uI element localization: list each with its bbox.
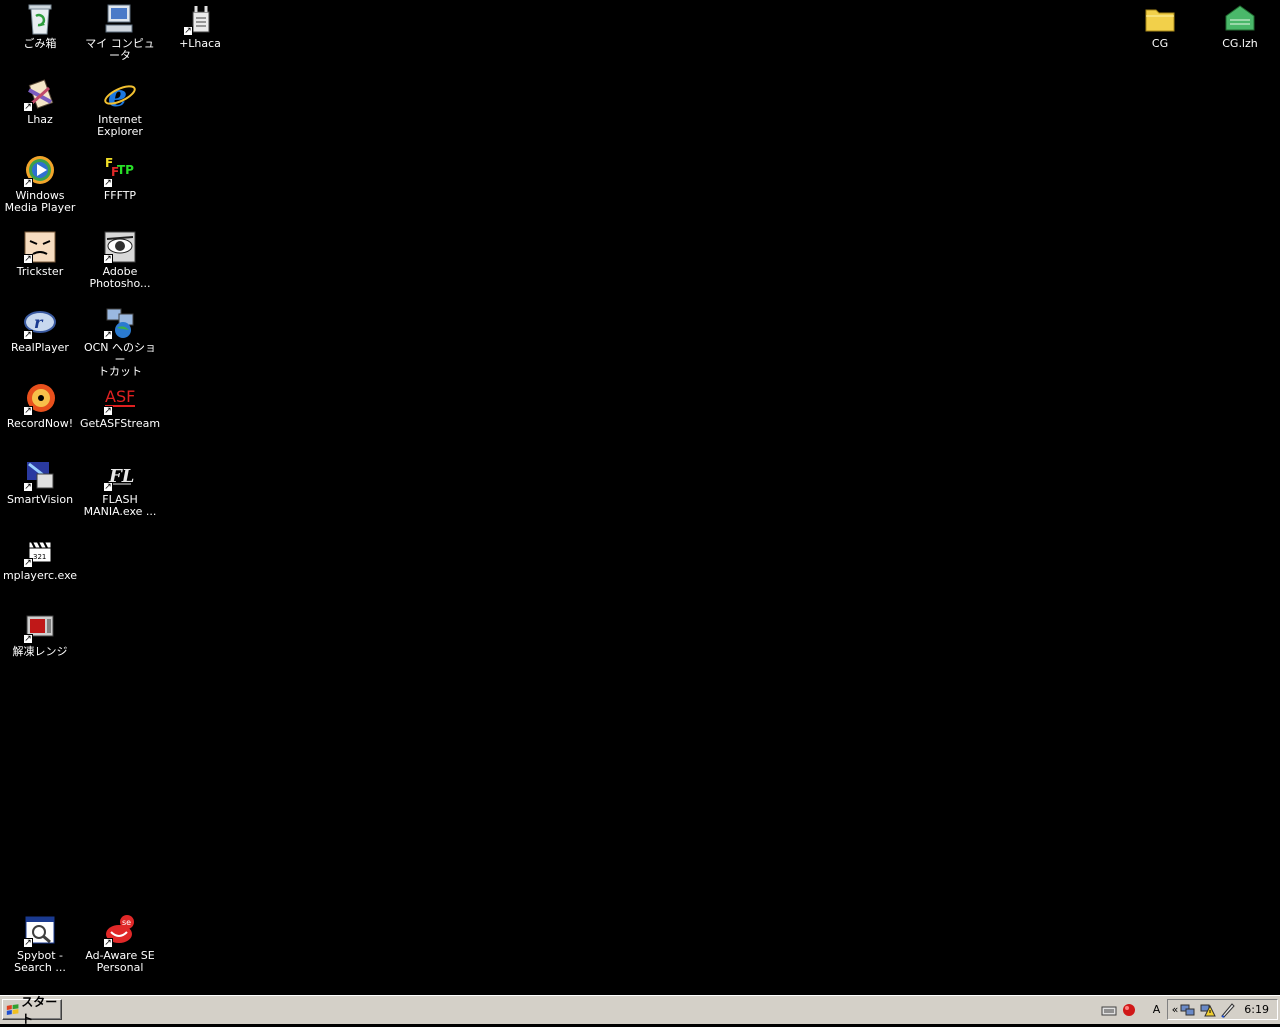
network-icon[interactable] [1180,1002,1196,1018]
flash-mania-icon: FL ↗ [103,458,137,492]
icon-label: Internet Explorer [97,113,143,138]
shortcut-arrow-icon: ↗ [23,102,33,112]
desktop-icon-ocn-shortcut[interactable]: ↗ OCN へのショー トカット [80,306,160,378]
computer-icon [103,2,137,36]
network-globe-icon: ↗ [103,306,137,340]
desktop-icon-internet-explorer[interactable]: e Internet Explorer [80,78,160,138]
shortcut-arrow-icon: ↗ [103,938,113,948]
icon-label: OCN へのショー トカット [83,341,157,378]
icon-label: FFFTP [103,189,137,202]
smartvision-icon: ↗ [23,458,57,492]
svg-text:321: 321 [33,553,46,561]
icon-label: Lhaz [27,113,53,126]
ftp-icon: F F TP ↗ [103,154,137,188]
desktop-icon-realplayer[interactable]: r ↗ RealPlayer [0,306,80,354]
shortcut-arrow-icon: ↗ [23,558,33,568]
shortcut-arrow-icon: ↗ [103,178,113,188]
desktop-icon-ffftp[interactable]: F F TP ↗ FFFTP [80,154,160,202]
ime-indicator[interactable]: A [1149,1002,1165,1018]
realplayer-icon: r ↗ [23,306,57,340]
shortcut-arrow-icon: ↗ [23,634,33,644]
icon-label: CG.lzh [1222,37,1258,50]
desktop-icon-cg-folder[interactable]: CG [1120,2,1200,50]
clock[interactable]: 6:19 [1244,1003,1269,1016]
icon-label: Adobe Photosho... [89,265,151,290]
icon-label: CG [1151,37,1169,50]
icon-label: マイ コンピュータ [85,37,155,62]
desktop[interactable]: ごみ箱 ↗ Lhaz ↗ Windows Media Player ↗ Tric… [0,0,1280,995]
shortcut-arrow-icon: ↗ [183,26,193,36]
icon-label: SmartVision [6,493,74,506]
windows-logo-icon [6,1003,19,1015]
security-warning-icon[interactable] [1200,1002,1217,1018]
microwave-icon: ↗ [23,610,57,644]
system-tray: A « 6:19 [1099,999,1278,1020]
desktop-icon-lhaz[interactable]: ↗ Lhaz [0,78,80,126]
trickster-face-icon: ↗ [23,230,57,264]
keyboard-icon[interactable] [1101,1002,1117,1018]
desktop-icon-adobe-photoshop[interactable]: ↗ Adobe Photosho... [80,230,160,290]
clapperboard-icon: 321 ↗ [23,534,57,568]
shortcut-arrow-icon: ↗ [103,406,113,416]
cd-burn-icon: ↗ [23,382,57,416]
icon-label: 解凍レンジ [12,645,68,658]
ie-icon: e [103,78,137,112]
shortcut-arrow-icon: ↗ [103,330,113,340]
icon-label: Spybot - Search ... [14,949,66,974]
shortcut-arrow-icon: ↗ [23,178,33,188]
desktop-icon-flash-mania[interactable]: FL ↗ FLASH MANIA.exe ... [80,458,160,518]
lzh-archive-icon [1223,2,1257,36]
svg-text:e: e [108,79,127,112]
shortcut-arrow-icon: ↗ [103,482,113,492]
svg-text:ASF: ASF [105,387,135,406]
icon-label: mplayerc.exe [2,569,78,582]
desktop-icon-cg-lzh[interactable]: CG.lzh [1200,2,1280,50]
desktop-icon-recycle-bin[interactable]: ごみ箱 [0,2,80,50]
svg-text:TP: TP [117,163,134,177]
icon-label: Ad-Aware SE Personal [85,949,155,974]
recording-icon[interactable] [1121,1002,1137,1018]
shortcut-arrow-icon: ↗ [23,938,33,948]
desktop-icon-lhaca[interactable]: ↗ +Lhaca [160,2,240,50]
photoshop-eye-icon: ↗ [103,230,137,264]
folder-icon [1143,2,1177,36]
desktop-icon-windows-media-player[interactable]: ↗ Windows Media Player [0,154,80,214]
pen-tool-icon[interactable] [1220,1002,1236,1018]
shortcut-arrow-icon: ↗ [23,254,33,264]
taskbar: スタート A « 6:19 [0,995,1280,1026]
start-button[interactable]: スタート [2,995,62,1026]
desktop-icon-getasfstream[interactable]: ASF ↗ GetASFStream [80,382,160,430]
media-player-icon: ↗ [23,154,57,188]
icon-label: RealPlayer [11,341,69,354]
notification-area: « 6:19 [1166,999,1278,1020]
tray-expand-button[interactable]: « [1172,1003,1179,1016]
desktop-icon-smartvision[interactable]: ↗ SmartVision [0,458,80,506]
lhaz-icon: ↗ [23,78,57,112]
start-label: スタート [21,994,58,1026]
icon-label: +Lhaca [179,37,221,50]
icon-label: RecordNow! [6,417,74,430]
archive-tool-icon: ↗ [183,2,217,36]
spybot-icon: ↗ [23,914,57,948]
desktop-icon-ad-aware[interactable]: se ↗ Ad-Aware SE Personal [80,914,160,974]
shortcut-arrow-icon: ↗ [23,406,33,416]
icon-label: Windows Media Player [4,189,76,214]
asf-icon: ASF ↗ [103,382,137,416]
shortcut-arrow-icon: ↗ [103,254,113,264]
ad-aware-icon: se ↗ [103,914,137,948]
icon-label: FLASH MANIA.exe ... [83,493,157,518]
recycle-bin-icon [23,2,57,36]
shortcut-arrow-icon: ↗ [23,482,33,492]
desktop-icon-recordnow[interactable]: ↗ RecordNow! [0,382,80,430]
desktop-icon-mplayerc[interactable]: 321 ↗ mplayerc.exe [0,534,80,582]
shortcut-arrow-icon: ↗ [23,330,33,340]
desktop-icon-trickster[interactable]: ↗ Trickster [0,230,80,278]
icon-label: GetASFStream [80,417,161,430]
desktop-icon-kaitou-range[interactable]: ↗ 解凍レンジ [0,610,80,658]
icon-label: ごみ箱 [23,37,57,50]
icon-label: Trickster [16,265,64,278]
svg-text:se: se [122,918,131,927]
desktop-icon-my-computer[interactable]: マイ コンピュータ [80,2,160,62]
desktop-icon-spybot[interactable]: ↗ Spybot - Search ... [0,914,80,974]
